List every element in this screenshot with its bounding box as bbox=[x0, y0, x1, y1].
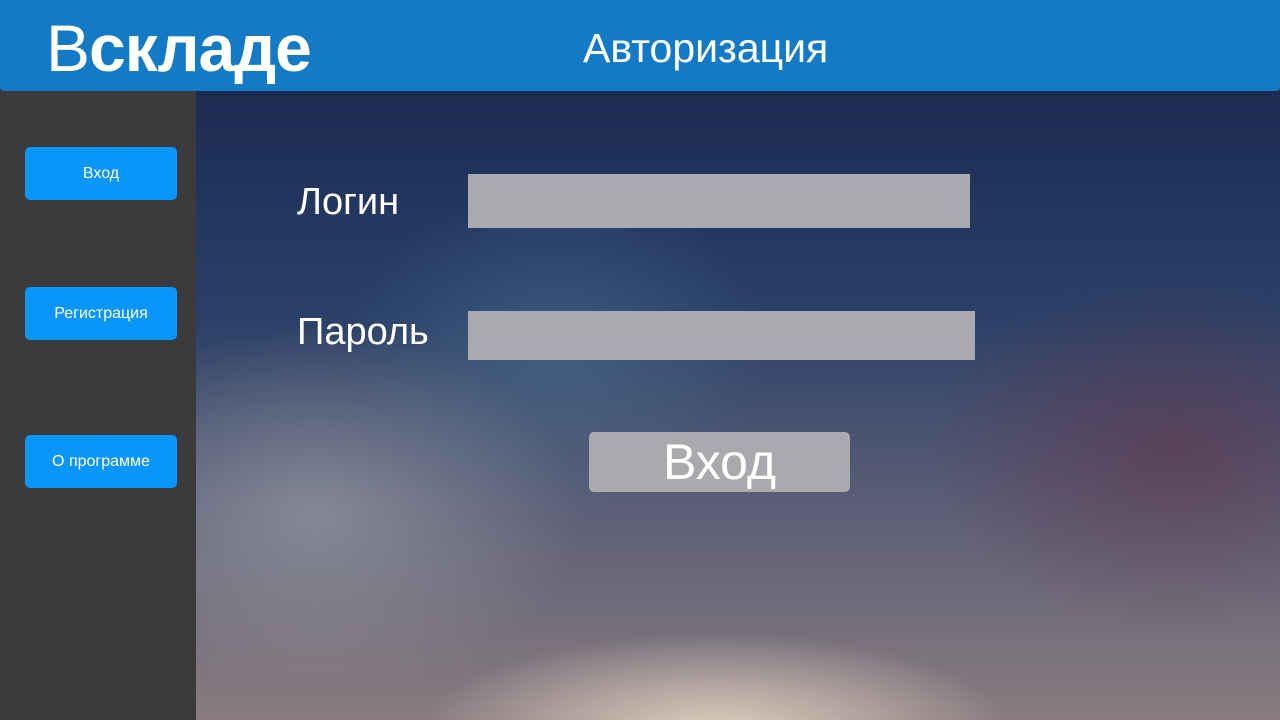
login-label: Логин bbox=[297, 181, 400, 223]
app-header: Вскладе Авторизация bbox=[0, 0, 1280, 91]
password-input[interactable] bbox=[468, 311, 975, 360]
sidebar-item-about[interactable]: О программе bbox=[25, 435, 177, 488]
sidebar-item-login[interactable]: Вход bbox=[25, 147, 177, 200]
main-content: Логин Пароль Вход bbox=[196, 91, 1280, 720]
password-label: Пароль bbox=[297, 311, 429, 353]
sidebar: Вход Регистрация О программе bbox=[0, 91, 196, 720]
page-title: Авторизация bbox=[583, 25, 829, 71]
app-logo: Вскладе bbox=[46, 8, 312, 88]
logo-prefix: В bbox=[46, 11, 90, 85]
login-input[interactable] bbox=[468, 174, 970, 228]
sidebar-item-registration[interactable]: Регистрация bbox=[25, 287, 177, 340]
logo-suffix: складе bbox=[89, 11, 312, 85]
login-submit-button[interactable]: Вход bbox=[589, 432, 850, 492]
